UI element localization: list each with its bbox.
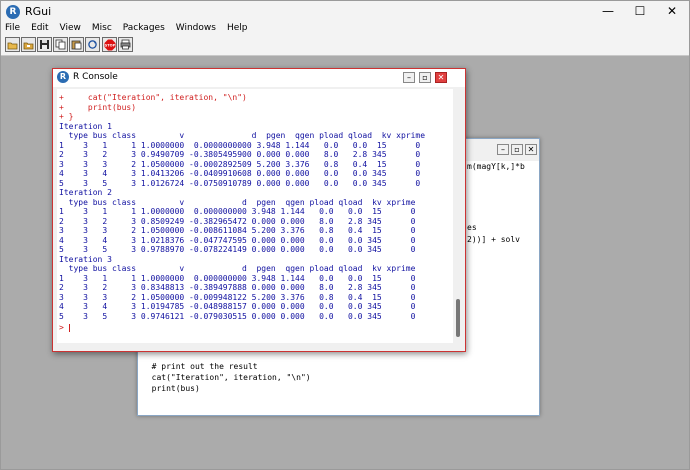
console-output-line: 3 3 3 2 1.0500000 -0.0002892509 5.200 3.… xyxy=(59,159,421,169)
text-cursor xyxy=(68,323,70,332)
console-output-line: Iteration 3 xyxy=(59,254,112,264)
copy-icon[interactable] xyxy=(53,37,68,52)
editor-code-line: cat("Iteration", iteration, "\n") xyxy=(142,373,311,382)
app-title: RGui xyxy=(25,5,52,18)
console-output[interactable]: + cat("Iteration", iteration, "\n") + pri… xyxy=(57,89,453,345)
copy-paste-icon[interactable] xyxy=(85,37,100,52)
console-output-line: Iteration 2 xyxy=(59,188,112,197)
console-output-line: 5 3 5 3 0.9746121 -0.079030515 0.000 0.0… xyxy=(59,311,416,321)
console-output-line: 4 3 4 3 1.0218376 -0.047747595 0.000 0.0… xyxy=(59,235,416,245)
editor-code-fragment: es xyxy=(467,223,477,232)
console-maximize-button[interactable]: ▫ xyxy=(419,72,431,83)
prompt-symbol: > xyxy=(59,323,64,332)
main-maximize-button[interactable]: ☐ xyxy=(625,3,655,19)
console-command-line: + print(bus) xyxy=(59,102,137,112)
console-vertical-scrollbar[interactable] xyxy=(454,89,463,345)
editor-maximize-button[interactable]: ▫ xyxy=(511,144,523,155)
console-output-line: 5 3 5 3 0.9788970 -0.078224149 0.000 0.0… xyxy=(59,245,416,254)
console-title: R Console xyxy=(73,72,118,82)
svg-text:STOP: STOP xyxy=(104,43,115,47)
console-output-line: 2 3 2 3 0.8509249 -0.382965472 0.000 0.0… xyxy=(59,216,416,226)
menu-packages[interactable]: Packages xyxy=(118,23,171,33)
editor-code-line: print(bus) xyxy=(142,384,200,393)
editor-code-fragment: m(magY[k,]*b xyxy=(467,162,525,171)
menu-help[interactable]: Help xyxy=(222,23,254,33)
console-title-bar[interactable]: R R Console – ▫ ✕ xyxy=(53,69,465,87)
paste-icon[interactable] xyxy=(69,37,84,52)
main-minimize-button[interactable]: — xyxy=(593,3,623,19)
console-output-line: type bus class v d pgen qgen pload qload… xyxy=(59,264,416,273)
console-output-line: 4 3 4 3 1.0194785 -0.048988157 0.000 0.0… xyxy=(59,302,416,311)
console-output-line: 2 3 2 3 0.8348813 -0.389497888 0.000 0.0… xyxy=(59,283,416,292)
console-command-line: + cat("Iteration", iteration, "\n") xyxy=(59,93,247,102)
editor-code-fragment: 2))] + solv xyxy=(467,235,520,244)
stop-icon[interactable]: STOP xyxy=(102,37,117,52)
console-output-line: 1 3 1 1 1.0000000 0.000000000 3.948 1.14… xyxy=(59,207,416,216)
editor-code-line: # print out the result xyxy=(142,362,258,371)
console-output-line: 1 3 1 1 1.0000000 0.0000000000 3.948 1.1… xyxy=(59,140,421,150)
menu-file[interactable]: File xyxy=(1,23,26,33)
editor-close-button[interactable]: ✕ xyxy=(525,144,537,155)
main-title-bar[interactable]: R RGui — ☐ ✕ xyxy=(1,1,689,23)
menu-misc[interactable]: Misc xyxy=(87,23,118,33)
toolbar: STOP xyxy=(1,35,689,56)
save-icon[interactable] xyxy=(37,37,52,52)
scrollbar-thumb[interactable] xyxy=(456,299,460,337)
console-output-line: 3 3 3 2 1.0500000 -0.009948122 5.200 3.3… xyxy=(59,292,416,302)
console-output-line: 4 3 4 3 1.0413206 -0.0409910608 0.000 0.… xyxy=(59,169,421,178)
editor-code-line: } xyxy=(142,395,143,404)
open-icon[interactable] xyxy=(5,37,20,52)
console-output-line: 3 3 3 2 1.0500000 -0.008611084 5.200 3.3… xyxy=(59,226,416,235)
console-close-button[interactable]: ✕ xyxy=(435,72,447,83)
console-horizontal-scrollbar[interactable] xyxy=(57,343,453,349)
console-output-line: Iteration 1 xyxy=(59,121,112,131)
console-output-line: 2 3 2 3 0.9490709 -0.3805495900 0.000 0.… xyxy=(59,150,421,159)
console-prompt[interactable]: > xyxy=(59,323,70,332)
print-icon[interactable] xyxy=(118,37,133,52)
console-output-line: type bus class v d pgen qgen pload qload… xyxy=(59,131,426,140)
menu-view[interactable]: View xyxy=(55,23,87,33)
console-minimize-button[interactable]: – xyxy=(403,72,415,83)
r-logo-icon: R xyxy=(6,5,20,19)
main-close-button[interactable]: ✕ xyxy=(657,3,687,19)
console-command-line: + } xyxy=(59,112,74,121)
r-logo-icon: R xyxy=(57,71,69,83)
console-output-line: 5 3 5 3 1.0126724 -0.0750910789 0.000 0.… xyxy=(59,178,421,188)
load-workspace-icon[interactable] xyxy=(21,37,36,52)
console-output-line: type bus class v d pgen qgen pload qload… xyxy=(59,197,416,207)
menu-bar: File Edit View Misc Packages Windows Help xyxy=(1,23,689,35)
menu-windows[interactable]: Windows xyxy=(171,23,222,33)
r-console-window[interactable]: R R Console – ▫ ✕ + cat("Iteration", ite… xyxy=(52,68,466,352)
menu-edit[interactable]: Edit xyxy=(26,23,54,33)
console-output-line: 1 3 1 1 1.0000000 0.000000000 3.948 1.14… xyxy=(59,273,416,283)
editor-minimize-button[interactable]: – xyxy=(497,144,509,155)
